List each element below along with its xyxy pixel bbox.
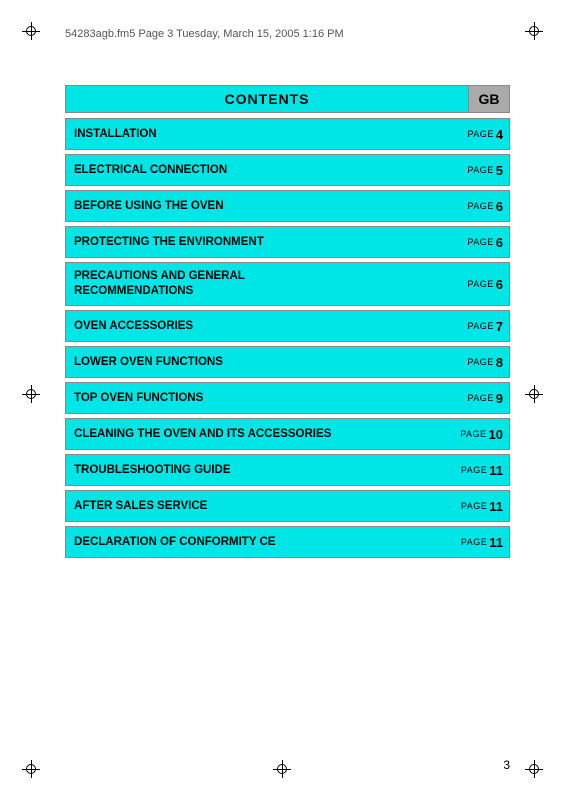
header-meta: 54283agb.fm5 Page 3 Tuesday, March 15, 2… [65,28,344,40]
page-number: 3 [503,758,510,772]
toc-page: PAGE5 [461,158,509,183]
toc-page-word: PAGE [467,393,493,403]
toc-page: PAGE6 [461,230,509,255]
toc-item: TOP OVEN FUNCTIONSPAGE9 [65,382,510,414]
toc-label: PROTECTING THE ENVIRONMENT [66,230,461,255]
toc-page-num: 6 [496,199,503,214]
toc-item: PRECAUTIONS AND GENERALRECOMMENDATIONSPA… [65,262,510,306]
crosshair-top-right [525,22,543,40]
toc-item: PROTECTING THE ENVIRONMENTPAGE6 [65,226,510,258]
crosshair-mid-right [525,385,543,403]
toc-page-num: 8 [496,355,503,370]
toc-item: AFTER SALES SERVICEPAGE11 [65,490,510,522]
content-area: CONTENTS GB INSTALLATIONPAGE4ELECTRICAL … [65,85,510,562]
toc-label: DECLARATION OF CONFORMITY CE [66,530,455,555]
contents-title: CONTENTS [65,85,468,113]
toc-label: LOWER OVEN FUNCTIONS [66,350,461,375]
crosshair-bottom-left [22,760,40,778]
toc-page-word: PAGE [461,501,487,511]
toc-page-word: PAGE [467,321,493,331]
crosshair-top-left [22,22,40,40]
toc-page: PAGE7 [461,314,509,339]
toc-page-word: PAGE [467,201,493,211]
toc-label: AFTER SALES SERVICE [66,494,455,519]
toc-item: BEFORE USING THE OVENPAGE6 [65,190,510,222]
toc-page-word: PAGE [467,357,493,367]
page: 54283agb.fm5 Page 3 Tuesday, March 15, 2… [0,0,565,800]
crosshair-bottom-right [525,760,543,778]
toc-label: CLEANING THE OVEN AND ITS ACCESSORIES [66,422,454,447]
toc-page: PAGE11 [455,530,509,555]
gb-label: GB [468,85,510,113]
toc-page: PAGE11 [455,458,509,483]
toc-page: PAGE6 [461,194,509,219]
toc-page-num: 11 [489,535,503,550]
toc-page-num: 4 [496,127,503,142]
toc-page-word: PAGE [460,429,486,439]
toc-item: INSTALLATIONPAGE4 [65,118,510,150]
toc-page-num: 6 [496,277,503,292]
toc-page-num: 6 [496,235,503,250]
title-row: CONTENTS GB [65,85,510,113]
crosshair-bottom-mid [273,760,291,778]
toc-page-num: 5 [496,163,503,178]
toc-page-num: 11 [489,499,503,514]
crosshair-mid-left [22,385,40,403]
toc-item: LOWER OVEN FUNCTIONSPAGE8 [65,346,510,378]
toc-page-num: 10 [489,427,503,442]
toc-page: PAGE8 [461,350,509,375]
toc-label: BEFORE USING THE OVEN [66,194,461,219]
toc-label: OVEN ACCESSORIES [66,314,461,339]
toc-item: DECLARATION OF CONFORMITY CEPAGE11 [65,526,510,558]
toc-page-word: PAGE [461,465,487,475]
toc-label: ELECTRICAL CONNECTION [66,158,461,183]
toc-page: PAGE4 [461,122,509,147]
toc-page-num: 7 [496,319,503,334]
toc-page-word: PAGE [467,279,493,289]
toc-label: PRECAUTIONS AND GENERALRECOMMENDATIONS [66,264,461,304]
toc-item: ELECTRICAL CONNECTIONPAGE5 [65,154,510,186]
toc-item: TROUBLESHOOTING GUIDEPAGE11 [65,454,510,486]
toc-page: PAGE10 [454,422,509,447]
toc-item: OVEN ACCESSORIESPAGE7 [65,310,510,342]
toc-page: PAGE9 [461,386,509,411]
toc-page: PAGE11 [455,494,509,519]
toc-page-word: PAGE [461,537,487,547]
toc-list: INSTALLATIONPAGE4ELECTRICAL CONNECTIONPA… [65,118,510,558]
toc-label: TROUBLESHOOTING GUIDE [66,458,455,483]
toc-item: CLEANING THE OVEN AND ITS ACCESSORIESPAG… [65,418,510,450]
toc-page-word: PAGE [467,165,493,175]
toc-page-num: 9 [496,391,503,406]
toc-page-num: 11 [489,463,503,478]
toc-label: INSTALLATION [66,122,461,147]
toc-page-word: PAGE [467,129,493,139]
toc-page: PAGE6 [461,272,509,297]
toc-page-word: PAGE [467,237,493,247]
toc-label: TOP OVEN FUNCTIONS [66,386,461,411]
